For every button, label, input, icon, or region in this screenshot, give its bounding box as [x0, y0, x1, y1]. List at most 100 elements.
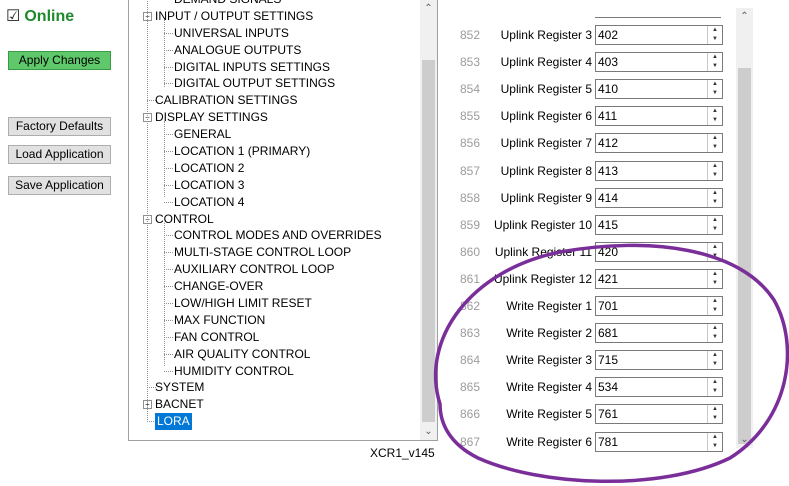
register-value-field[interactable]: 681 ▲ ▼ — [595, 323, 723, 344]
scroll-thumb[interactable] — [738, 68, 751, 444]
register-value-field[interactable]: 402 ▲ ▼ — [595, 25, 723, 45]
spin-down-icon[interactable]: ▼ — [708, 306, 722, 315]
register-value[interactable]: 415 — [598, 218, 618, 232]
tree-item[interactable]: GENERAL — [129, 126, 419, 143]
spin-up-icon[interactable]: ▲ — [708, 189, 722, 198]
tree-item[interactable]: LOCATION 3 — [129, 177, 419, 194]
register-value[interactable]: 761 — [598, 407, 618, 421]
value-stepper[interactable]: ▲ ▼ — [707, 378, 722, 397]
register-value-field[interactable]: 781 ▲ ▼ — [595, 431, 723, 452]
register-value-field[interactable]: 414 ▲ ▼ — [595, 187, 723, 208]
value-stepper[interactable]: ▲ ▼ — [707, 26, 722, 44]
scroll-up-icon[interactable]: ⌃ — [736, 8, 753, 25]
register-value-field[interactable]: 412 ▲ ▼ — [595, 133, 723, 154]
register-scrollbar[interactable]: ⌃ ⌄ — [736, 8, 753, 448]
register-value[interactable]: 412 — [598, 136, 618, 150]
spin-down-icon[interactable]: ▼ — [708, 442, 722, 451]
register-value[interactable]: 715 — [598, 353, 618, 367]
spin-up-icon[interactable]: ▲ — [708, 405, 722, 414]
tree-item[interactable]: MULTI-STAGE CONTROL LOOP — [129, 244, 419, 261]
value-stepper[interactable]: ▲ ▼ — [707, 405, 722, 424]
register-value-field[interactable]: 410 ▲ ▼ — [595, 79, 723, 100]
apply-changes-button[interactable]: Apply Changes — [8, 51, 111, 70]
register-value-field[interactable]: 413 ▲ ▼ — [595, 160, 723, 181]
register-value[interactable]: 681 — [598, 326, 618, 340]
tree-item[interactable]: ANALOGUE OUTPUTS — [129, 42, 419, 59]
spin-up-icon[interactable]: ▲ — [708, 351, 722, 360]
spin-up-icon[interactable]: ▲ — [708, 216, 722, 225]
tree-item[interactable]: DEMAND SIGNALS — [129, 0, 419, 8]
register-value[interactable]: 411 — [598, 109, 617, 123]
spin-down-icon[interactable]: ▼ — [708, 360, 722, 369]
spin-up-icon[interactable]: ▲ — [708, 162, 722, 171]
value-stepper[interactable]: ▲ ▼ — [707, 351, 722, 370]
value-stepper[interactable]: ▲ ▼ — [707, 324, 722, 343]
tree-item[interactable]: AUXILIARY CONTROL LOOP — [129, 261, 419, 278]
register-value[interactable]: 403 — [598, 55, 618, 69]
value-stepper[interactable]: ▲ ▼ — [707, 134, 722, 153]
register-value-field[interactable]: 415 ▲ ▼ — [595, 214, 723, 235]
tree-item[interactable]: DIGITAL INPUTS SETTINGS — [129, 59, 419, 76]
save-application-button[interactable]: Save Application — [8, 176, 111, 195]
value-stepper[interactable]: ▲ ▼ — [707, 53, 722, 72]
spin-up-icon[interactable]: ▲ — [708, 433, 722, 442]
tree-item[interactable]: LOCATION 1 (PRIMARY) — [129, 143, 419, 160]
spin-up-icon[interactable]: ▲ — [708, 53, 722, 62]
spin-up-icon[interactable]: ▲ — [708, 134, 722, 143]
tree-item[interactable]: CHANGE-OVER — [129, 278, 419, 295]
value-stepper[interactable]: ▲ ▼ — [707, 107, 722, 126]
value-stepper[interactable]: ▲ ▼ — [707, 188, 722, 207]
spin-down-icon[interactable]: ▼ — [708, 279, 722, 288]
tree-item[interactable]: AIR QUALITY CONTROL — [129, 346, 419, 363]
register-value-field[interactable]: 420 ▲ ▼ — [595, 241, 723, 262]
tree-item[interactable]: LORA — [129, 413, 419, 431]
online-checkbox[interactable]: ☑ — [6, 9, 20, 25]
spin-down-icon[interactable]: ▼ — [708, 116, 722, 125]
value-stepper[interactable]: ▲ ▼ — [707, 80, 722, 99]
spin-up-icon[interactable]: ▲ — [708, 324, 722, 333]
spin-down-icon[interactable]: ▼ — [708, 89, 722, 98]
spin-up-icon[interactable]: ▲ — [708, 107, 722, 116]
scroll-thumb[interactable] — [422, 60, 435, 422]
factory-defaults-button[interactable]: Factory Defaults — [8, 117, 111, 136]
online-status[interactable]: ☑ Online — [6, 8, 74, 26]
tree-scrollbar[interactable]: ⌃ ⌄ — [420, 0, 437, 440]
scroll-down-icon[interactable]: ⌄ — [420, 423, 437, 440]
value-stepper[interactable]: ▲ ▼ — [707, 242, 722, 261]
register-value[interactable]: 421 — [598, 272, 618, 286]
spin-down-icon[interactable]: ▼ — [708, 198, 722, 207]
register-value-field[interactable]: 701 ▲ ▼ — [595, 296, 723, 316]
tree-item[interactable]: MAX FUNCTION — [129, 312, 419, 329]
register-value[interactable]: 420 — [598, 245, 618, 259]
tree-item[interactable]: FAN CONTROL — [129, 329, 419, 346]
tree-item[interactable]: SYSTEM — [129, 379, 419, 396]
register-value-field[interactable]: 403 ▲ ▼ — [595, 52, 723, 73]
register-value[interactable]: 701 — [598, 299, 618, 313]
tree-item[interactable]: − INPUT / OUTPUT SETTINGS — [129, 8, 419, 25]
tree-item[interactable]: LOCATION 4 — [129, 194, 419, 211]
register-value-field[interactable]: 715 ▲ ▼ — [595, 350, 723, 371]
tree-item[interactable]: − CONTROL — [129, 211, 419, 228]
register-value[interactable]: 410 — [598, 82, 618, 96]
register-value-field[interactable]: 411 ▲ ▼ — [595, 106, 723, 127]
tree-item[interactable]: CONTROL MODES AND OVERRIDES — [129, 227, 419, 244]
spin-down-icon[interactable]: ▼ — [708, 143, 722, 152]
tree-item[interactable]: UNIVERSAL INPUTS — [129, 25, 419, 42]
register-value[interactable]: 781 — [598, 435, 618, 449]
value-stepper[interactable]: ▲ ▼ — [707, 161, 722, 180]
spin-down-icon[interactable]: ▼ — [708, 62, 722, 71]
tree-item[interactable]: DIGITAL OUTPUT SETTINGS — [129, 75, 419, 92]
value-stepper[interactable]: ▲ ▼ — [707, 269, 722, 288]
scroll-down-icon[interactable]: ⌄ — [736, 431, 753, 448]
settings-tree[interactable]: DEMAND SIGNALS−INPUT / OUTPUT SETTINGSUN… — [128, 0, 438, 441]
spin-down-icon[interactable]: ▼ — [708, 252, 722, 261]
value-stepper[interactable]: ▲ ▼ — [707, 215, 722, 234]
register-value[interactable]: 413 — [598, 164, 618, 178]
register-value-field[interactable]: 761 ▲ ▼ — [595, 404, 723, 425]
tree-item[interactable]: + BACNET — [129, 396, 419, 413]
spin-up-icon[interactable]: ▲ — [708, 26, 722, 35]
spin-up-icon[interactable]: ▲ — [708, 80, 722, 89]
spin-down-icon[interactable]: ▼ — [708, 387, 722, 396]
spin-up-icon[interactable]: ▲ — [708, 378, 722, 387]
spin-up-icon[interactable]: ▲ — [708, 297, 722, 306]
